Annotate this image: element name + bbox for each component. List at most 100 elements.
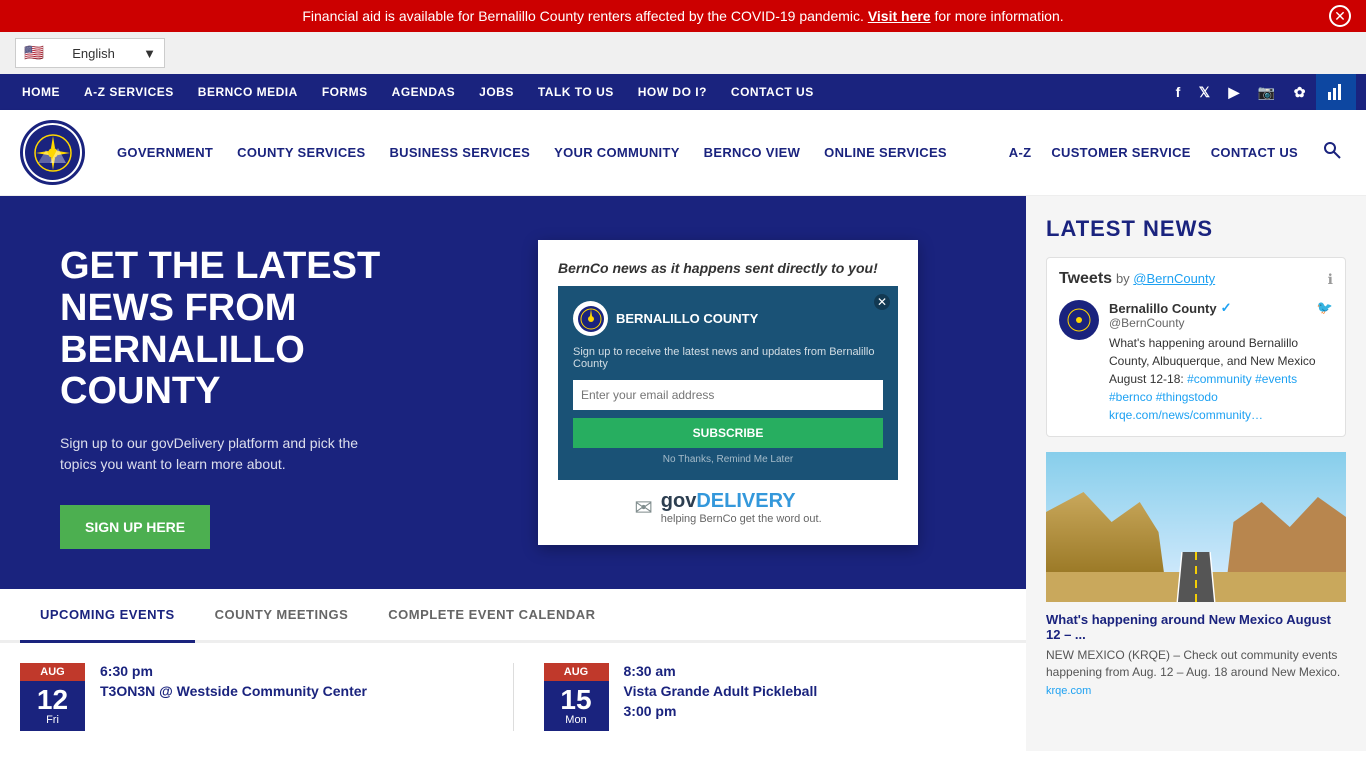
hero-description: Sign up to our govDelivery platform and … xyxy=(60,433,390,475)
nav-government[interactable]: GOVERNMENT xyxy=(105,120,225,185)
no-thanks-link[interactable]: No Thanks, Remind Me Later xyxy=(573,454,883,465)
event-weekday: Mon xyxy=(549,714,604,726)
nav-business-services[interactable]: BUSINESS SERVICES xyxy=(377,120,542,185)
event-info: 8:30 am Vista Grande Adult Pickleball 3:… xyxy=(624,663,818,723)
hashtag-events[interactable]: #events xyxy=(1255,372,1297,386)
news-item-text: NEW MEXICO (KRQE) – Check out community … xyxy=(1046,647,1346,681)
event-day: 12 xyxy=(25,686,80,714)
language-label: English xyxy=(72,46,115,61)
hashtag-thingstodo[interactable]: #thingstodo xyxy=(1156,390,1218,404)
bernco-badge: BERNALILLO COUNTY xyxy=(573,301,883,336)
search-button[interactable] xyxy=(1318,136,1346,169)
hero-heading: GET THE LATEST NEWS FROM BERNALILLO COUN… xyxy=(60,246,390,413)
main-nav-right: A-Z CUSTOMER SERVICE CONTACT US xyxy=(1009,136,1346,169)
event-time: 6:30 pm xyxy=(100,663,367,679)
top-nav-home[interactable]: HOME xyxy=(10,75,72,109)
govdelivery-logo: govDELIVERY xyxy=(661,490,822,513)
instagram-icon[interactable]: 📷 xyxy=(1250,76,1284,109)
hashtag-bernco[interactable]: #bernco xyxy=(1109,390,1152,404)
news-image xyxy=(1046,452,1346,602)
news-item-title[interactable]: What's happening around New Mexico Augus… xyxy=(1046,612,1346,642)
logo[interactable] xyxy=(20,110,85,195)
content-wrap: GET THE LATEST NEWS FROM BERNALILLO COUN… xyxy=(0,196,1366,751)
top-nav-bernco-media[interactable]: BERNCO MEDIA xyxy=(186,75,310,109)
subscribe-button[interactable]: SUBSCRIBE xyxy=(573,418,883,448)
alert-link[interactable]: Visit here xyxy=(868,8,931,24)
hero-center: BernCo news as it happens sent directly … xyxy=(430,196,1026,589)
top-nav-how-do-i[interactable]: HOW DO I? xyxy=(626,75,719,109)
top-nav-agendas[interactable]: AGENDAS xyxy=(380,75,468,109)
alert-banner: Financial aid is available for Bernalill… xyxy=(0,0,1366,32)
top-nav-contact-us[interactable]: CONTACT US xyxy=(719,75,826,109)
top-nav-jobs[interactable]: JOBS xyxy=(467,75,526,109)
alert-close-button[interactable]: ✕ xyxy=(1329,5,1351,27)
language-selector[interactable]: 🇺🇸 English ▼ xyxy=(15,38,165,68)
right-sidebar: LATEST NEWS Tweets by @BernCounty ℹ xyxy=(1026,196,1366,751)
twitter-icon[interactable]: 𝕏 xyxy=(1191,76,1219,109)
event-month: AUG xyxy=(544,663,609,681)
nav-contact-us[interactable]: CONTACT US xyxy=(1211,145,1298,160)
tweets-header-text: Tweets by @BernCounty xyxy=(1059,270,1215,288)
event-title[interactable]: Vista Grande Adult Pickleball xyxy=(624,683,818,699)
news-source[interactable]: krqe.com xyxy=(1046,685,1346,697)
tweets-label: Tweets xyxy=(1059,270,1112,287)
krqe-link[interactable]: krqe.com/news/community… xyxy=(1109,408,1263,422)
events-divider xyxy=(513,663,514,731)
nav-bernco-view[interactable]: BERNCO VIEW xyxy=(692,120,812,185)
tab-complete-calendar[interactable]: COMPLETE EVENT CALENDAR xyxy=(368,589,615,640)
alert-text-after: for more information. xyxy=(934,8,1063,24)
signup-button[interactable]: Sign Up Here xyxy=(60,505,210,549)
data-icon[interactable] xyxy=(1316,74,1356,110)
main-nav: GOVERNMENT COUNTY SERVICES BUSINESS SERV… xyxy=(0,110,1366,196)
govdelivery-card: BernCo news as it happens sent directly … xyxy=(538,240,918,545)
nav-customer-service[interactable]: CUSTOMER SERVICE xyxy=(1051,145,1190,160)
tweet-item: Bernalillo County ✓ 🐦 @BernCounty What's… xyxy=(1059,300,1333,424)
latest-news-title: LATEST NEWS xyxy=(1046,216,1346,242)
tweet-text: What's happening around Bernalillo Count… xyxy=(1109,334,1333,424)
event-month: AUG xyxy=(20,663,85,681)
hero-left: GET THE LATEST NEWS FROM BERNALILLO COUN… xyxy=(0,196,430,589)
badge-text: BERNALILLO COUNTY xyxy=(616,311,758,326)
twitter-widget: Tweets by @BernCounty ℹ Bernalillo C xyxy=(1046,257,1346,437)
tab-county-meetings[interactable]: COUNTY MEETINGS xyxy=(195,589,369,640)
verified-icon: ✓ xyxy=(1221,300,1232,316)
card-close-button[interactable]: ✕ xyxy=(874,294,890,310)
facebook-icon[interactable]: f xyxy=(1168,76,1189,108)
nav-county-services[interactable]: COUNTY SERVICES xyxy=(225,120,377,185)
signup-desc: Sign up to receive the latest news and u… xyxy=(573,346,883,370)
bernco-signup-box: ✕ BERNALILLO COUNTY xyxy=(558,286,898,480)
nav-az[interactable]: A-Z xyxy=(1009,145,1032,160)
top-nav-az-services[interactable]: A-Z SERVICES xyxy=(72,75,186,109)
tweet-handle: @BernCounty xyxy=(1109,316,1333,330)
main-nav-links: GOVERNMENT COUNTY SERVICES BUSINESS SERV… xyxy=(105,120,1009,185)
top-nav-forms[interactable]: FORMS xyxy=(310,75,380,109)
event-time: 8:30 am xyxy=(624,663,818,679)
alert-text-before: Financial aid is available for Bernalill… xyxy=(302,8,864,24)
twitter-account-link[interactable]: @BernCounty xyxy=(1133,271,1215,286)
top-nav-talk-to-us[interactable]: TALK TO US xyxy=(526,75,626,109)
twitter-bird-icon: 🐦 xyxy=(1317,300,1333,316)
twitter-header: Tweets by @BernCounty ℹ xyxy=(1059,270,1333,288)
card-tagline: BernCo news as it happens sent directly … xyxy=(558,260,898,276)
language-bar: 🇺🇸 English ▼ xyxy=(0,32,1366,74)
email-input[interactable] xyxy=(573,380,883,410)
govdelivery-footer: ✉ govDELIVERY helping BernCo get the wor… xyxy=(558,490,898,525)
chevron-down-icon: ▼ xyxy=(143,46,156,61)
event-title[interactable]: T3ON3N @ Westside Community Center xyxy=(100,683,367,699)
badge-logo xyxy=(573,301,608,336)
events-section: UPCOMING EVENTS COUNTY MEETINGS COMPLETE… xyxy=(0,589,1026,751)
nav-online-services[interactable]: ONLINE SERVICES xyxy=(812,120,959,185)
event-day: 15 xyxy=(549,686,604,714)
event-item: AUG 15 Mon 8:30 am Vista Grande Adult Pi… xyxy=(544,663,1007,731)
nav-your-community[interactable]: YOUR COMMUNITY xyxy=(542,120,692,185)
events-list: AUG 12 Fri 6:30 pm T3ON3N @ Westside Com… xyxy=(0,643,1026,751)
tab-upcoming-events[interactable]: UPCOMING EVENTS xyxy=(20,589,195,643)
mail-icon: ✉ xyxy=(634,495,652,521)
youtube-icon[interactable]: ▶ xyxy=(1221,76,1248,109)
hashtag-community[interactable]: #community xyxy=(1187,372,1252,386)
govdelivery-tagline: helping BernCo get the word out. xyxy=(661,513,822,525)
info-icon[interactable]: ℹ xyxy=(1328,271,1333,288)
flickr-icon[interactable]: ✿ xyxy=(1286,76,1314,109)
main-content: GET THE LATEST NEWS FROM BERNALILLO COUN… xyxy=(0,196,1026,751)
events-tabs: UPCOMING EVENTS COUNTY MEETINGS COMPLETE… xyxy=(0,589,1026,643)
